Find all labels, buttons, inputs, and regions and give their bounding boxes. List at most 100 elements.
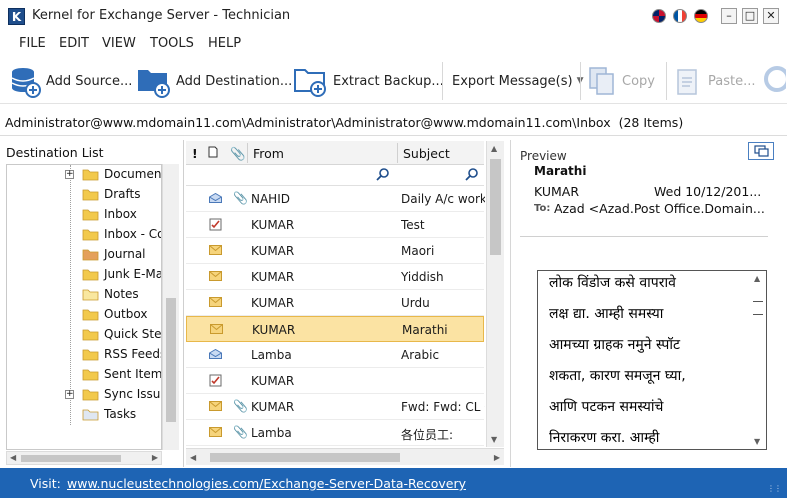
maximize-button[interactable]: □ (742, 8, 758, 24)
tree-item[interactable]: Drafts (7, 185, 161, 205)
menu-tools[interactable]: TOOLS (150, 36, 194, 51)
scroll-down-arrow[interactable]: ▼ (491, 435, 497, 444)
scroll-thumb[interactable] (490, 159, 501, 255)
minimize-button[interactable]: – (721, 8, 737, 24)
filter-subject-search-icon[interactable] (465, 167, 481, 183)
message-row[interactable]: KUMAR Test (186, 212, 484, 238)
tree-item[interactable]: Quick Step (7, 325, 162, 345)
scroll-up-arrow[interactable]: ▲ (754, 274, 760, 283)
export-messages-button[interactable]: Export Message(s) ▼ (452, 60, 584, 102)
message-subject: Test (401, 218, 425, 232)
tree-item-label: Notes (104, 287, 139, 301)
message-row[interactable]: KUMAR Maori (186, 238, 484, 264)
menu-help[interactable]: HELP (208, 36, 241, 51)
tree-item[interactable]: Journal (7, 245, 161, 265)
message-row[interactable]: 📎 KUMAR Fwd: Fwd: CL C (186, 394, 485, 420)
tree-item[interactable]: + Documents (7, 165, 162, 185)
tree-item-label: Documents (104, 167, 162, 181)
journal-icon (82, 249, 99, 261)
preview-to: Azad <Azad.Post Office.Domain... (554, 201, 765, 216)
scroll-thumb[interactable] (753, 301, 763, 315)
copy-button[interactable]: Copy (586, 60, 655, 102)
tree-item[interactable]: Junk E-Ma (7, 265, 161, 285)
tree-item-label: Inbox (104, 207, 137, 221)
tree-item-label: Outbox (104, 307, 148, 321)
destination-scrollbar[interactable] (162, 164, 179, 450)
task-icon (209, 374, 222, 387)
menu-file[interactable]: FILE (19, 36, 46, 51)
scroll-left-arrow[interactable]: ◀ (190, 453, 196, 462)
preview-body[interactable]: लोक विंडोज कसे वापरावे लक्ष द्या. आम्ही स… (537, 270, 767, 450)
preview-to-label: To: (534, 203, 551, 214)
outbox-icon (82, 309, 99, 321)
expand-icon[interactable]: + (65, 170, 74, 179)
tree-item[interactable]: Notes (7, 285, 161, 305)
preview-body-line: लक्ष द्या. आम्ही समस्या (549, 306, 664, 322)
column-subject[interactable]: Subject (403, 146, 450, 161)
column-from[interactable]: From (253, 146, 284, 161)
menu-view[interactable]: VIEW (102, 36, 136, 51)
add-source-button[interactable]: Add Source... (8, 60, 132, 102)
destination-hscrollbar[interactable]: ◀ ▶ (6, 451, 162, 465)
app-logo-icon: K (8, 8, 25, 25)
folder-icon (82, 189, 99, 201)
close-button[interactable]: ✕ (763, 8, 779, 24)
tree-item-label: Sent Items (104, 367, 162, 381)
language-german-icon[interactable] (694, 9, 708, 23)
column-attachment[interactable]: 📎 (230, 146, 246, 162)
add-destination-button[interactable]: Add Destination... (136, 60, 292, 102)
refresh-icon[interactable] (764, 66, 786, 96)
folder-icon (82, 389, 99, 401)
tree-item[interactable]: Outbox (7, 305, 161, 325)
tree-item-label: Drafts (104, 187, 141, 201)
paperclip-icon: 📎 (230, 146, 246, 161)
message-row[interactable]: KUMAR Yiddish (186, 264, 484, 290)
preview-from: KUMAR (534, 184, 580, 199)
message-row[interactable]: KUMAR Marathi (186, 316, 484, 342)
extract-backup-button[interactable]: Extract Backup... (293, 60, 444, 102)
paste-button[interactable]: Paste... (674, 60, 756, 102)
message-row[interactable]: 📎 NAHID Daily A/c work (186, 186, 485, 212)
scroll-right-arrow[interactable]: ▶ (152, 453, 158, 462)
notes-icon (82, 289, 99, 301)
menu-edit[interactable]: EDIT (59, 36, 89, 51)
tree-item[interactable]: Inbox - Co (7, 225, 161, 245)
scroll-thumb[interactable] (166, 298, 176, 422)
scroll-left-arrow[interactable]: ◀ (10, 453, 16, 462)
resize-grip-icon[interactable]: ⋮⋮ (767, 484, 782, 494)
destination-tree[interactable]: + Documents Drafts Inbox Inbox - Co Journal Ju… (6, 164, 162, 450)
message-row[interactable]: KUMAR (186, 368, 484, 394)
column-type[interactable] (208, 146, 218, 161)
tree-item[interactable]: Tasks (7, 405, 161, 425)
toolbar-separator (666, 62, 667, 100)
tree-item-label: Tasks (104, 407, 137, 421)
expand-icon[interactable]: + (65, 390, 74, 399)
column-importance[interactable]: ! (192, 146, 198, 161)
language-french-icon[interactable] (673, 9, 687, 23)
envelope-icon (209, 245, 222, 255)
tree-item[interactable]: Sent Items (7, 365, 162, 385)
message-list-hscrollbar[interactable]: ◀ ▶ (186, 448, 504, 465)
preview-body-scrollbar[interactable]: ▲ ▼ (750, 271, 766, 449)
tree-item[interactable]: + Sync Issue (7, 385, 161, 405)
popout-preview-button[interactable] (748, 142, 774, 160)
inbox-folder-icon (82, 209, 99, 221)
message-list-scrollbar[interactable]: ▲ ▼ (486, 141, 504, 447)
scroll-thumb[interactable] (210, 453, 400, 462)
filter-from-search-icon[interactable] (376, 167, 392, 183)
scroll-right-arrow[interactable]: ▶ (494, 453, 500, 462)
language-english-icon[interactable] (652, 9, 666, 23)
scroll-down-arrow[interactable]: ▼ (754, 437, 760, 446)
message-row[interactable]: KUMAR Urdu (186, 290, 484, 316)
scroll-thumb[interactable] (21, 455, 121, 462)
message-from: KUMAR (251, 244, 295, 258)
tree-item[interactable]: RSS Feeds (7, 345, 161, 365)
message-row[interactable]: Lamba Arabic (186, 342, 484, 368)
scroll-up-arrow[interactable]: ▲ (491, 144, 497, 153)
tree-item-label: Quick Step (104, 327, 162, 341)
website-link[interactable]: www.nucleustechnologies.com/Exchange-Ser… (67, 476, 466, 491)
preview-subject: Marathi (534, 164, 587, 178)
message-row[interactable]: 📎 Lamba 各位员工: (186, 420, 484, 446)
envelope-icon (210, 324, 223, 334)
tree-item[interactable]: Inbox (7, 205, 161, 225)
